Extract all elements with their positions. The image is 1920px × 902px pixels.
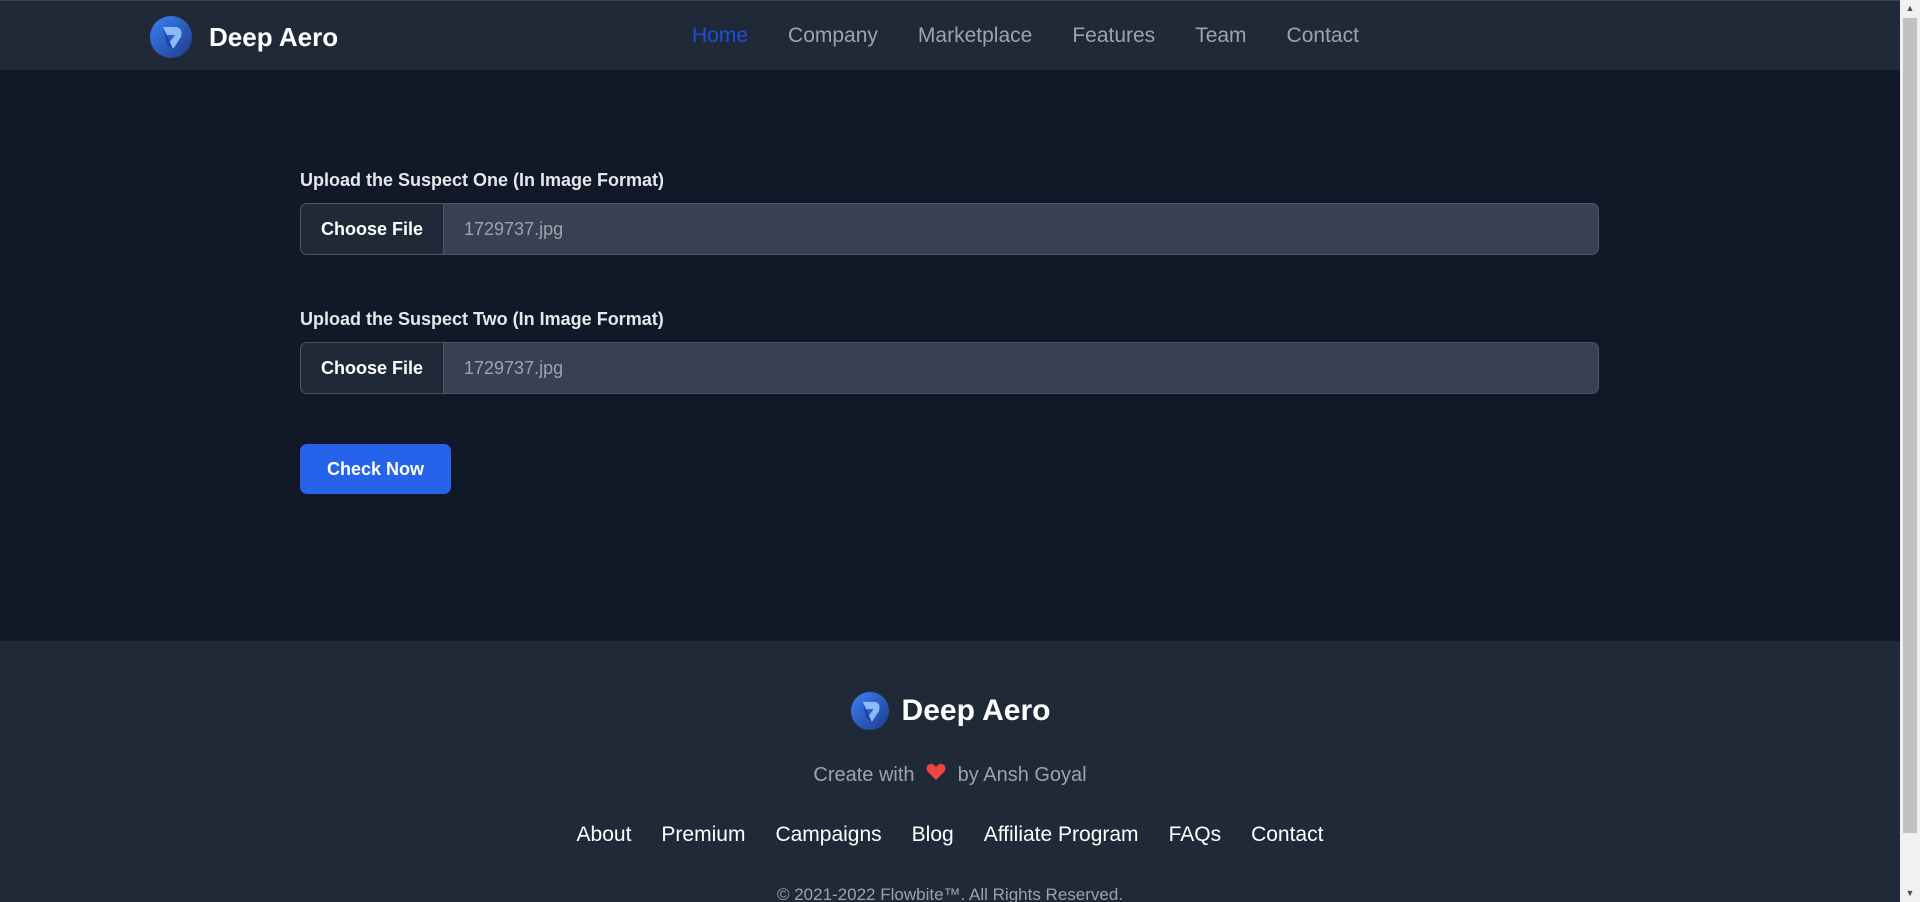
footer-link-contact[interactable]: Contact — [1251, 823, 1323, 847]
suspect-two-file-input[interactable]: Choose File 1729737.jpg — [300, 342, 1599, 394]
heart-icon — [926, 763, 946, 787]
tagline-after: by Ansh Goyal — [957, 764, 1087, 786]
footer-link-premium[interactable]: Premium — [661, 823, 745, 847]
scroll-down-arrow-icon[interactable]: ▼ — [1900, 885, 1920, 902]
nav-contact[interactable]: Contact — [1287, 24, 1359, 48]
suspect-two-filename: 1729737.jpg — [464, 357, 564, 378]
footer-link-faqs[interactable]: FAQs — [1169, 823, 1222, 847]
scroll-up-arrow-icon[interactable]: ▲ — [1900, 0, 1920, 17]
nav-marketplace[interactable]: Marketplace — [918, 24, 1032, 48]
copyright: © 2021-2022 Flowbite™. All Rights Reserv… — [776, 885, 1124, 902]
brand-name: Deep Aero — [209, 21, 339, 52]
scrollbar-thumb[interactable] — [1903, 18, 1917, 833]
brand[interactable]: Deep Aero — [149, 15, 338, 59]
suspect-two-choose-file-button[interactable]: Choose File — [301, 343, 444, 393]
suspect-one-choose-file-button[interactable]: Choose File — [301, 204, 444, 254]
nav-team[interactable]: Team — [1195, 24, 1246, 48]
page: Deep Aero Home Company Marketplace Featu… — [0, 0, 1900, 902]
upload-form: Upload the Suspect One (In Image Format)… — [300, 170, 1600, 494]
logo-icon — [150, 16, 192, 58]
navbar: Deep Aero Home Company Marketplace Featu… — [0, 0, 1900, 70]
suspect-one-filename: 1729737.jpg — [464, 218, 564, 239]
footer: Deep Aero Create with by Ansh Goyal Abou… — [0, 641, 1900, 902]
footer-link-campaigns[interactable]: Campaigns — [775, 823, 881, 847]
tagline: Create with by Ansh Goyal — [0, 763, 1900, 787]
tagline-before: Create with — [813, 764, 915, 786]
footer-brand[interactable]: Deep Aero — [0, 691, 1900, 731]
footer-brand-name: Deep Aero — [901, 694, 1051, 727]
nav-features[interactable]: Features — [1072, 24, 1155, 48]
suspect-one-label: Upload the Suspect One (In Image Format) — [300, 170, 665, 190]
suspect-one-file-input[interactable]: Choose File 1729737.jpg — [300, 203, 1599, 255]
footer-link-about[interactable]: About — [577, 823, 632, 847]
nav-home[interactable]: Home — [692, 24, 748, 48]
nav-company[interactable]: Company — [788, 24, 878, 48]
footer-nav: About Premium Campaigns Blog Affiliate P… — [0, 823, 1900, 847]
main-nav: Home Company Marketplace Features Team C… — [692, 1, 1399, 71]
footer-link-blog[interactable]: Blog — [912, 823, 954, 847]
footer-link-affiliate-program[interactable]: Affiliate Program — [984, 823, 1139, 847]
check-now-button[interactable]: Check Now — [300, 444, 451, 494]
vertical-scrollbar[interactable]: ▲ ▼ — [1900, 0, 1920, 902]
logo-icon — [850, 691, 889, 731]
suspect-two-label: Upload the Suspect Two (In Image Format) — [300, 309, 664, 329]
